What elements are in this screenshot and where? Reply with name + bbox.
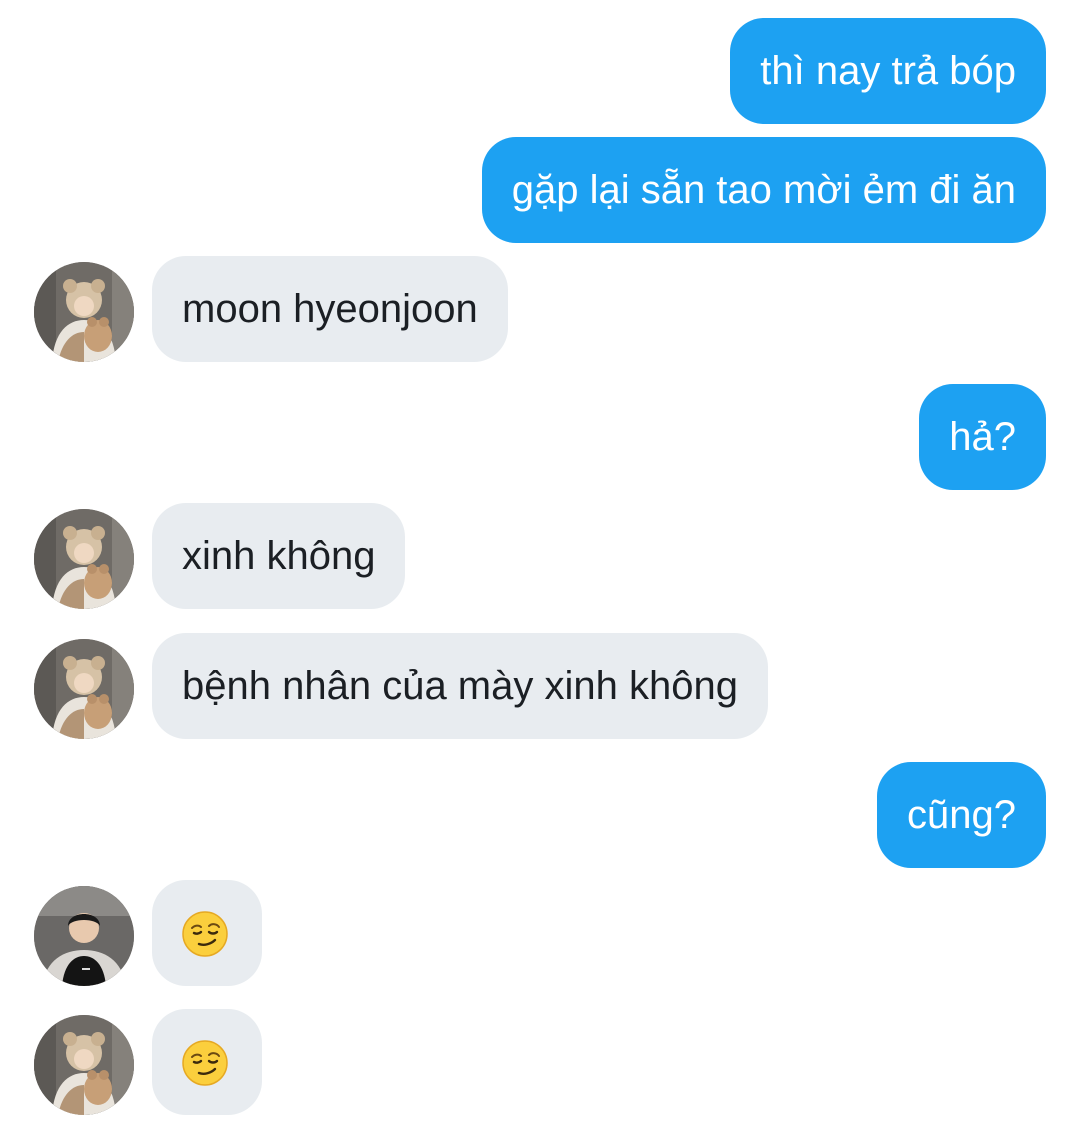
bear-hat-avatar-image	[34, 1015, 134, 1115]
avatar[interactable]	[34, 262, 134, 362]
bear-hat-avatar-image	[34, 639, 134, 739]
avatar[interactable]	[34, 639, 134, 739]
message-row-outgoing: gặp lại sẵn tao mời ẻm đi ăn	[0, 137, 1080, 243]
avatar[interactable]	[34, 1015, 134, 1115]
message-row-outgoing: hả?	[0, 384, 1080, 490]
smirking-face-icon	[182, 1040, 228, 1086]
message-row-incoming	[0, 880, 1080, 986]
avatar[interactable]	[34, 509, 134, 609]
incoming-message-bubble[interactable]: moon hyeonjoon	[152, 256, 508, 362]
message-row-outgoing: cũng?	[0, 762, 1080, 868]
incoming-message-bubble[interactable]: bệnh nhân của mày xinh không	[152, 633, 768, 739]
message-row-incoming	[0, 1009, 1080, 1115]
message-row-incoming: bệnh nhân của mày xinh không	[0, 633, 1080, 739]
bear-hat-avatar-image	[34, 509, 134, 609]
bear-hat-avatar-image	[34, 262, 134, 362]
smirking-face-icon	[182, 911, 228, 957]
message-row-outgoing: thì nay trả bóp	[0, 18, 1080, 124]
chat-thread: thì nay trả bóp gặp lại sẵn tao mời ẻm đ…	[0, 0, 1080, 1134]
incoming-emoji-bubble[interactable]	[152, 1009, 262, 1115]
outgoing-message-bubble[interactable]: hả?	[919, 384, 1046, 490]
outgoing-message-bubble[interactable]: gặp lại sẵn tao mời ẻm đi ăn	[481, 137, 1046, 243]
incoming-emoji-bubble[interactable]	[152, 880, 262, 986]
outgoing-message-bubble[interactable]: thì nay trả bóp	[730, 18, 1046, 124]
outgoing-message-bubble[interactable]: cũng?	[877, 762, 1046, 868]
avatar[interactable]	[34, 886, 134, 986]
incoming-message-bubble[interactable]: xinh không	[152, 503, 406, 609]
message-row-incoming: moon hyeonjoon	[0, 256, 1080, 362]
black-shirt-avatar-image	[34, 886, 134, 986]
message-row-incoming: xinh không	[0, 503, 1080, 609]
